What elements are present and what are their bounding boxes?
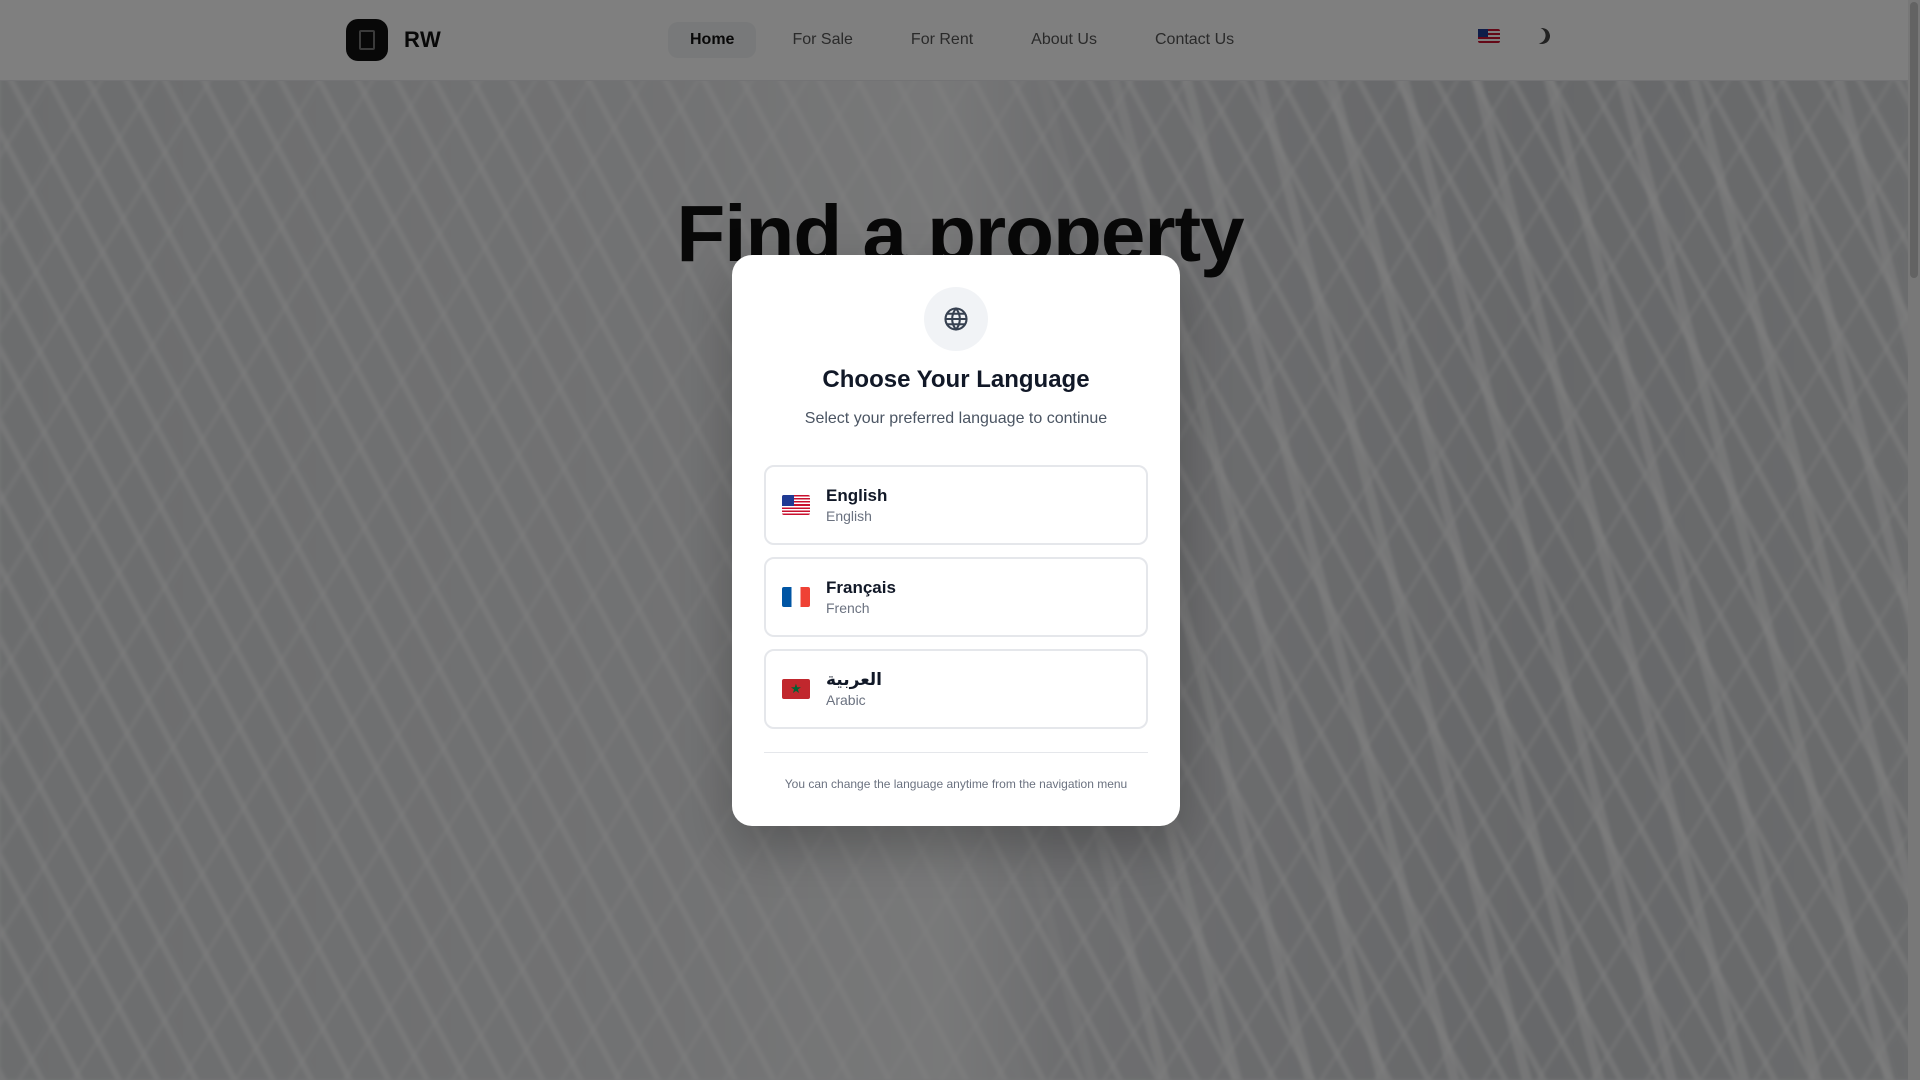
language-option-text: English English	[826, 486, 887, 524]
language-option-arabic[interactable]: العربية Arabic	[764, 649, 1148, 729]
globe-icon	[944, 307, 968, 331]
language-modal: Choose Your Language Select your preferr…	[732, 255, 1180, 826]
language-native-name: Français	[826, 578, 896, 597]
globe-icon-wrapper	[924, 287, 988, 351]
language-native-name: العربية	[826, 670, 883, 689]
language-english-name: English	[826, 508, 872, 524]
modal-subtitle: Select your preferred language to contin…	[804, 410, 1108, 427]
language-option-english[interactable]: English English	[764, 465, 1148, 545]
language-option-text: العربية Arabic	[826, 670, 882, 708]
modal-footer-note: You can change the language anytime from…	[784, 777, 1128, 791]
language-list: English English Français French العربية …	[764, 465, 1148, 729]
language-option-text: Français French	[826, 578, 896, 616]
france-flag-icon	[782, 587, 810, 607]
morocco-flag-icon	[782, 679, 810, 699]
language-english-name: Arabic	[826, 692, 866, 708]
language-native-name: English	[826, 486, 888, 505]
language-english-name: French	[826, 600, 870, 616]
language-option-french[interactable]: Français French	[764, 557, 1148, 637]
modal-divider	[764, 752, 1148, 753]
modal-title: Choose Your Language	[822, 366, 1090, 393]
us-flag-icon	[782, 495, 810, 515]
